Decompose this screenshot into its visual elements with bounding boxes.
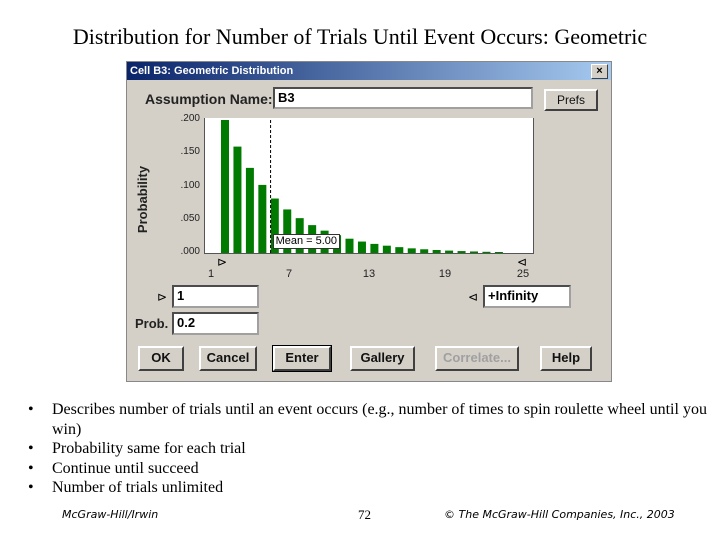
bar-trial-23 [494,252,503,253]
correlate-button: Correlate... [435,346,519,371]
slide-title: Distribution for Number of Trials Until … [72,24,648,49]
prefs-button[interactable]: Prefs [544,89,598,111]
bar-trial-21 [470,251,478,253]
bar-trial-13 [370,243,379,253]
bar-trial-3 [245,167,254,253]
x-tick-label: 1 [207,268,215,280]
bar-trial-4 [258,184,267,253]
bar-trial-20 [457,251,466,253]
close-icon[interactable]: × [591,64,608,79]
bullet-icon: • [28,440,34,457]
dialog-title: Cell B3: Geometric Distribution [130,65,294,77]
bullet-item: • Describes number of trials until an eve… [28,400,708,439]
min-bound-icon: ⊳ [157,290,168,304]
help-button[interactable]: Help [540,346,592,371]
bullet-text: Probability same for each trial [52,440,246,457]
x-tick-label: 7 [285,268,293,280]
bar-trial-16 [407,248,416,253]
y-tick-label: .200 [180,113,200,124]
bar-trial-1 [221,120,229,253]
cancel-button[interactable]: Cancel [199,346,257,371]
bar-trial-22 [482,251,491,253]
footer-copyright: © The McGraw-Hill Companies, Inc., 2003 [444,508,675,521]
bullet-icon: • [28,401,34,418]
bullet-icon: • [28,459,34,477]
bullet-list: • Describes number of trials until an eve… [28,400,708,498]
bar-trial-18 [432,250,441,253]
bullet-text: Continue until succeed [52,459,199,477]
y-axis-label: Probability [135,165,151,234]
min-value-input[interactable]: 1 [172,285,259,308]
ok-button[interactable]: OK [138,346,184,371]
assumption-name-label: Assumption Name: [145,91,273,107]
upper-bound-marker-icon[interactable]: ⊲ [517,255,527,269]
bar-trial-19 [445,250,454,253]
footer-publisher: McGraw-Hill/Irwin [62,508,159,521]
y-tick-label: .050 [180,212,200,224]
prob-label: Prob. [135,316,169,331]
bar-trial-17 [420,249,429,253]
assumption-name-input[interactable]: B3 [273,87,533,109]
bullet-text: Describes number of trials until an even… [52,401,707,438]
x-tick-label: 13 [362,268,376,280]
bullet-item: • Continue until succeed [28,459,708,479]
max-bound-icon: ⊲ [468,290,479,304]
bullet-text: Number of trials unlimited [52,479,224,496]
bullet-item: • Number of trials unlimited [28,478,708,498]
chart-svg [221,120,503,253]
y-tick-label: .150 [180,146,200,158]
max-value-input[interactable]: +Infinity [483,285,571,308]
geometric-distribution-dialog: Cell B3: Geometric Distribution × Assump… [126,61,612,382]
x-tick-label: 19 [438,268,452,280]
bullet-item: • Probability same for each trial [28,439,708,459]
bar-trial-11 [345,238,354,253]
x-tick-label: 25 [516,268,530,280]
page-number: 72 [358,507,371,522]
mean-label: Mean = 5.00 [272,234,341,249]
bar-trial-15 [395,247,404,253]
gallery-button[interactable]: Gallery [350,346,415,371]
dialog-titlebar: Cell B3: Geometric Distribution × [127,62,611,80]
enter-button[interactable]: Enter [272,345,332,372]
bar-trial-14 [382,245,391,253]
bar-trial-12 [357,241,366,253]
bullet-icon: • [28,479,34,496]
lower-bound-marker-icon[interactable]: ⊳ [217,255,227,269]
bar-trial-2 [233,146,242,253]
y-tick-label: .000 [180,246,200,257]
distribution-plot: Mean = 5.00 [204,118,534,254]
y-tick-label: .100 [180,179,200,191]
prob-input[interactable]: 0.2 [172,312,259,335]
